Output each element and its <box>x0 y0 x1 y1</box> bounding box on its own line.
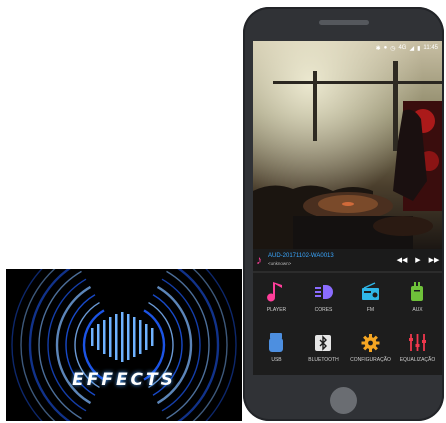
fast-forward-button[interactable]: ▶▶ <box>426 256 442 264</box>
menu-item-fm[interactable]: FM <box>347 273 394 317</box>
alarm-icon: ◷ <box>390 45 396 52</box>
bluetooth-icon <box>315 335 331 351</box>
wave-bar <box>127 314 130 360</box>
clock: 11:45 <box>423 45 438 51</box>
status-bar: ✱ ● ◷ 4G ◢ ▮ 11:45 <box>253 41 442 55</box>
phone-speaker <box>319 20 369 25</box>
album-art-image <box>253 41 442 249</box>
radio-icon <box>362 282 379 300</box>
wave-bar <box>97 324 100 350</box>
headlight-icon <box>315 285 333 299</box>
menu-label: EQUALIZAÇÃO <box>399 357 436 363</box>
phone-frame: ✱ ● ◷ 4G ◢ ▮ 11:45 ♪ AUD-20171102-WA0013… <box>243 7 444 421</box>
menu-item-player[interactable]: PLAYER <box>253 273 300 317</box>
wave-bar <box>139 320 142 354</box>
track-title: AUD-20171102-WA0013 <box>268 253 334 259</box>
menu-item-cores[interactable]: CORES <box>300 273 347 317</box>
menu-item-configuracao[interactable]: CONFIGURAÇÃO <box>347 323 394 367</box>
wave-bar <box>91 328 94 346</box>
menu-label: CORES <box>314 307 333 313</box>
wave-bar <box>121 312 124 362</box>
menu-item-equalizacao[interactable]: EQUALIZAÇÃO <box>394 323 441 367</box>
phone-screen: ✱ ● ◷ 4G ◢ ▮ 11:45 ♪ AUD-20171102-WA0013… <box>253 41 442 375</box>
wave-arc <box>47 278 87 412</box>
wave-bar <box>151 328 154 346</box>
rewind-button[interactable]: ◀◀ <box>394 256 410 264</box>
track-artist: <unknown> <box>268 261 292 266</box>
effects-title: EFFECTS <box>72 370 176 390</box>
signal-icon: ◢ <box>409 45 415 52</box>
menu-item-bluetooth[interactable]: BLUETOOTH <box>300 323 347 367</box>
record-status-icon: ● <box>383 45 388 51</box>
now-playing-bar[interactable]: ♪ AUD-20171102-WA0013 <unknown> ◀◀ ▶ ▶▶ <box>253 249 442 271</box>
menu-label: AUX <box>412 307 423 313</box>
equalizer-icon <box>409 334 426 351</box>
aux-cable-icon <box>411 282 423 301</box>
menu-grid: PLAYER CORES FM AUX USB BLUETOOTH CONFIG… <box>253 273 442 375</box>
menu-label: BLUETOOTH <box>308 357 339 363</box>
wave-bar <box>115 314 118 360</box>
menu-item-aux[interactable]: AUX <box>394 273 441 317</box>
wave-arc <box>161 278 201 412</box>
play-button[interactable]: ▶ <box>410 256 426 264</box>
track-info: AUD-20171102-WA0013 <unknown> <box>268 253 394 267</box>
wave-bar <box>109 317 112 357</box>
home-button[interactable] <box>330 387 357 414</box>
network-type: 4G <box>398 45 407 51</box>
gear-icon <box>361 334 380 352</box>
menu-label: CONFIGURAÇÃO <box>350 357 391 363</box>
sound-wave-graphic <box>11 269 237 421</box>
music-note-icon: ♪ <box>256 253 262 267</box>
wave-bar <box>133 317 136 357</box>
usb-icon <box>269 333 283 352</box>
music-note-icon <box>267 282 282 302</box>
menu-label: USB <box>271 357 282 363</box>
wave-bar <box>103 320 106 354</box>
wave-bar <box>145 324 148 350</box>
menu-label: FM <box>366 307 375 313</box>
menu-label: PLAYER <box>266 307 287 313</box>
battery-icon: ▮ <box>417 45 421 52</box>
effects-banner: EFFECTS <box>6 269 242 421</box>
bluetooth-status-icon: ✱ <box>375 45 381 52</box>
menu-item-usb[interactable]: USB <box>253 323 300 367</box>
